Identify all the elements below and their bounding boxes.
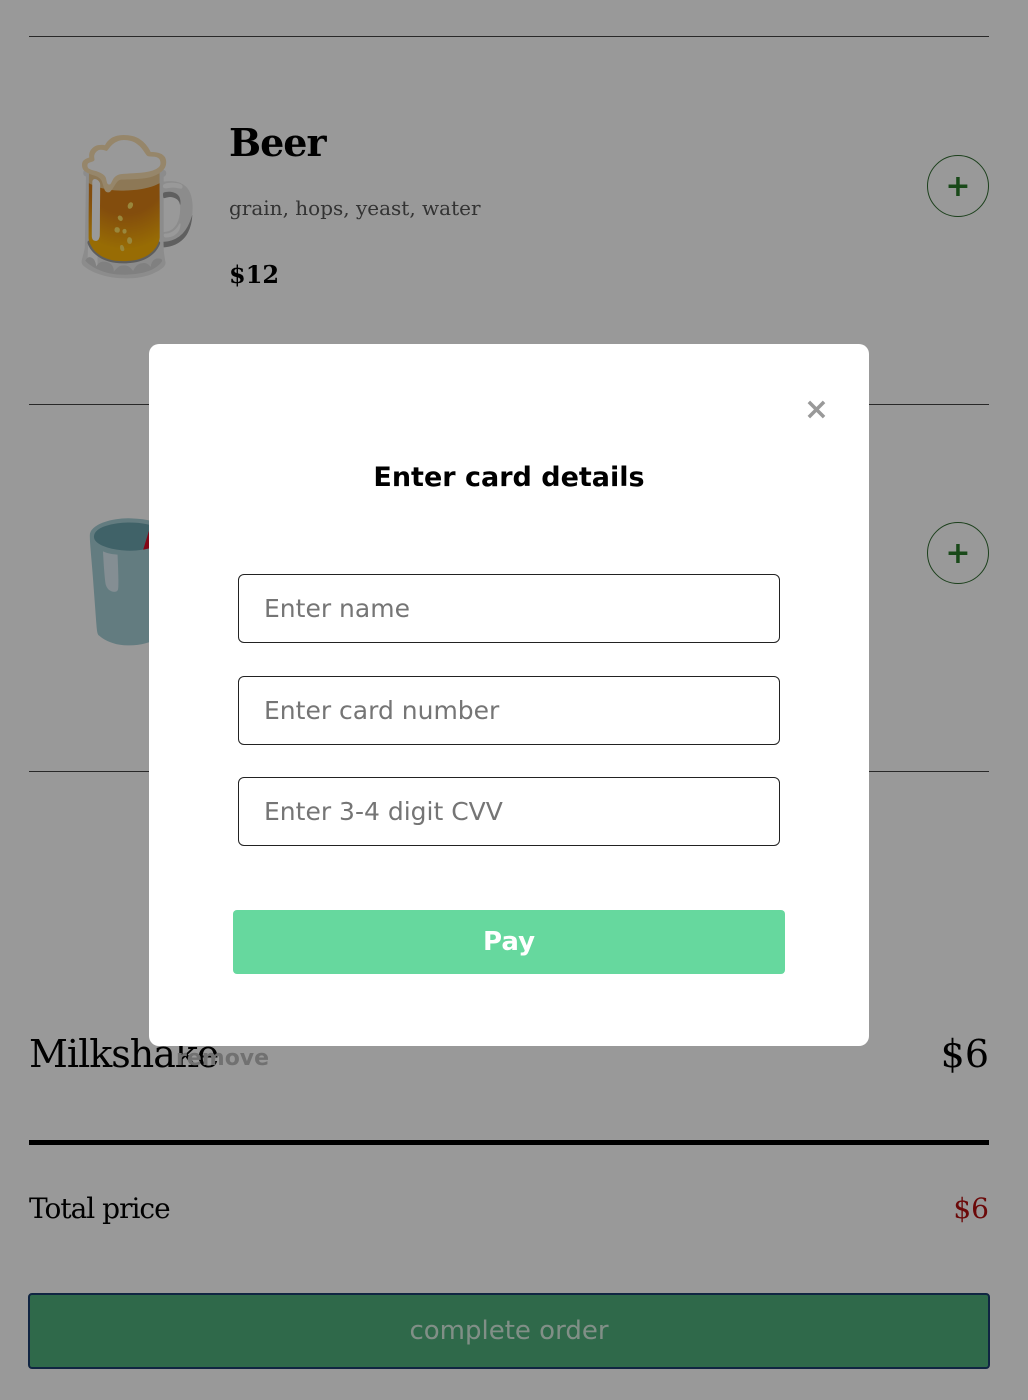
card-details-modal: × Enter card details Pay bbox=[149, 344, 869, 1046]
close-icon[interactable]: × bbox=[804, 390, 829, 430]
name-input[interactable] bbox=[238, 574, 780, 643]
card-number-input[interactable] bbox=[238, 676, 780, 745]
cvv-input[interactable] bbox=[238, 777, 780, 846]
modal-title: Enter card details bbox=[373, 462, 645, 493]
pay-button[interactable]: Pay bbox=[233, 910, 785, 974]
